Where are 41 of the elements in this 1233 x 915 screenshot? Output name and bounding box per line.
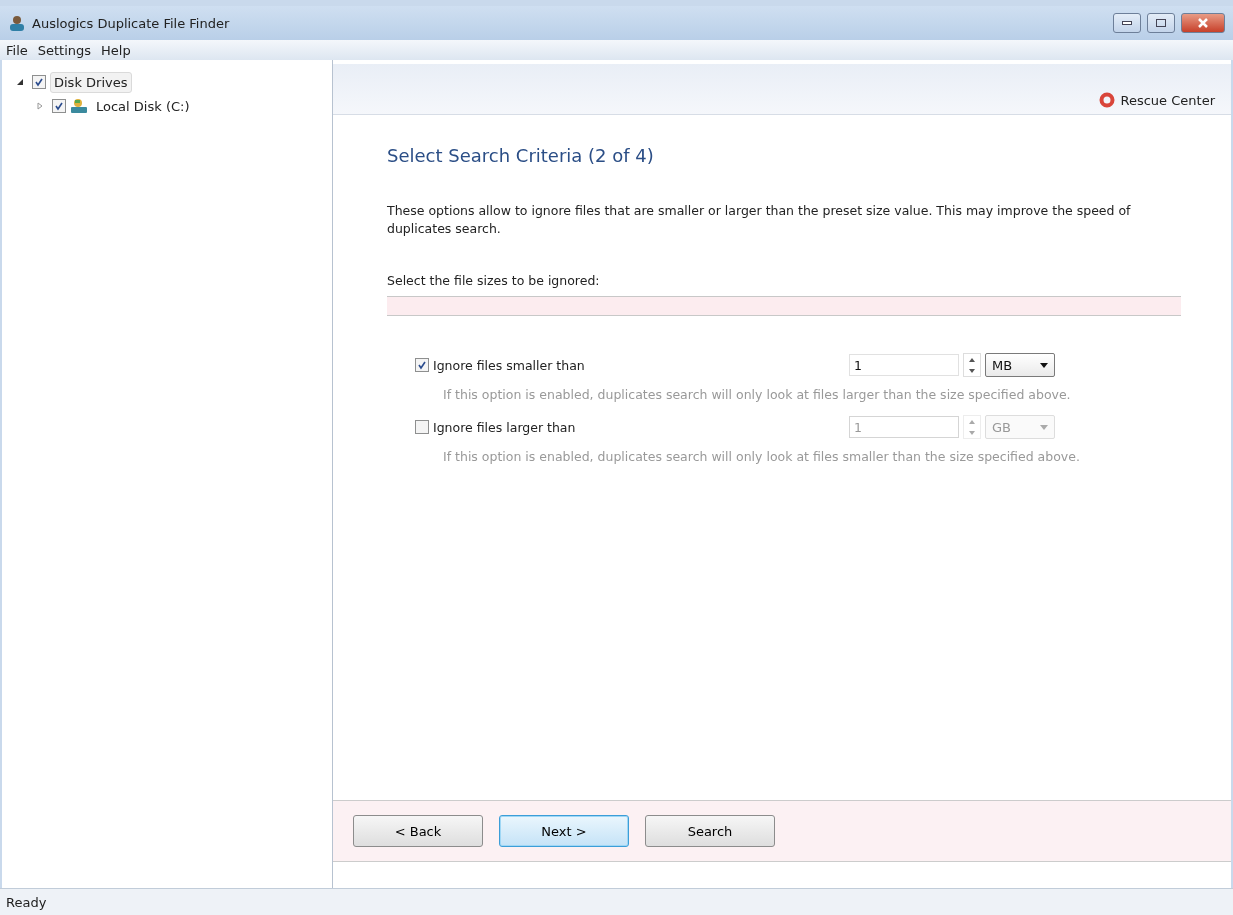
expand-arrow-icon[interactable] [36, 102, 44, 110]
unit-dropdown[interactable]: MB [985, 353, 1055, 377]
option-label: Ignore files smaller than [433, 357, 585, 373]
maximize-button[interactable] [1147, 13, 1175, 33]
collapse-arrow-icon[interactable] [16, 78, 24, 86]
minimize-icon [1122, 21, 1132, 25]
close-icon [1198, 18, 1208, 28]
down-arrow-icon [969, 430, 975, 435]
status-text: Ready [6, 894, 47, 910]
tree-item[interactable]: Disk Drives [50, 71, 132, 93]
app-icon [8, 15, 26, 31]
option-hint: If this option is enabled, duplicates search will only look at files larger than the size specified above. [442, 386, 1072, 404]
checkbox[interactable] [415, 358, 429, 372]
rescue-center-link[interactable]: Rescue Center [1098, 92, 1215, 108]
minimize-button[interactable] [1113, 13, 1141, 33]
close-button[interactable] [1181, 13, 1225, 33]
spin-buttons[interactable] [963, 353, 981, 377]
drive-icon [70, 98, 88, 114]
intro-text: These options allow to ignore files that are smaller or larger than the preset size value. This may improve the speed of duplicates search. [387, 202, 1132, 237]
up-arrow-icon [969, 357, 975, 362]
down-arrow-icon [969, 368, 975, 373]
menu-item[interactable]: Help [101, 42, 131, 58]
menu-item[interactable]: Settings [37, 42, 92, 58]
dropdown-arrow-icon [1040, 362, 1048, 368]
size-input[interactable]: 1 [849, 354, 959, 376]
lifebuoy-icon [1098, 92, 1115, 108]
up-arrow-icon [969, 419, 975, 424]
option-label: Ignore files larger than [433, 419, 576, 435]
checkbox[interactable] [52, 99, 66, 113]
tree-item[interactable]: Local Disk (C:) [92, 95, 194, 117]
dropdown-arrow-icon [1040, 424, 1048, 430]
checkbox[interactable] [32, 75, 46, 89]
wizard-button[interactable]: Next > [499, 815, 629, 847]
window-title: Auslogics Duplicate File Finder [32, 15, 231, 31]
maximize-icon [1156, 19, 1166, 27]
wizard-button[interactable]: < Back [353, 815, 483, 847]
menu-item[interactable]: File [6, 42, 28, 58]
checkbox[interactable] [415, 420, 429, 435]
wizard-button[interactable]: Search [645, 815, 775, 847]
page-title: Select Search Criteria (2 of 4) [387, 145, 655, 166]
option-hint: If this option is enabled, duplicates search will only look at files smaller than the size specified above. [442, 448, 1081, 467]
